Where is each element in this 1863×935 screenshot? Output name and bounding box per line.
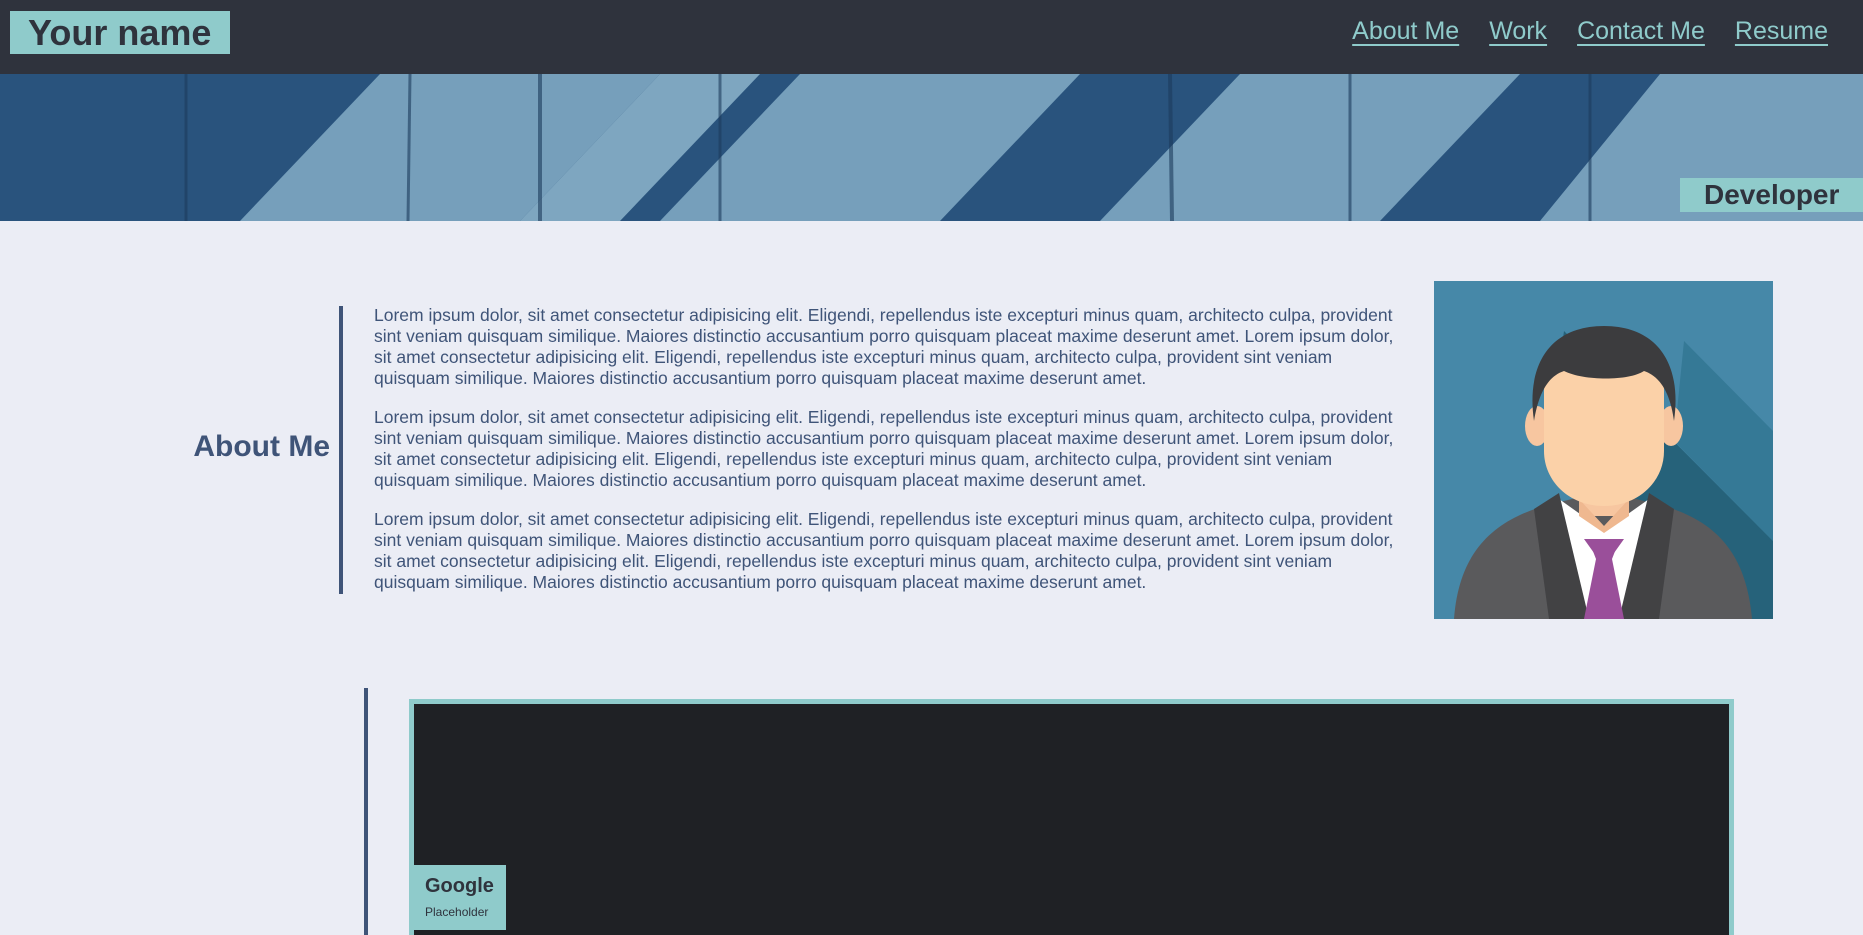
work-card-label: Google Placeholder xyxy=(414,865,506,930)
work-card-subtitle: Placeholder xyxy=(425,905,489,919)
work-project-card[interactable]: Google Placeholder xyxy=(409,699,1734,935)
about-paragraph: Lorem ipsum dolor, sit amet consectetur … xyxy=(374,305,1394,388)
main-nav: About Me Work Contact Me Resume xyxy=(1352,17,1828,46)
about-divider xyxy=(339,306,343,594)
nav-link-about-me[interactable]: About Me xyxy=(1352,17,1459,46)
about-heading: About Me xyxy=(193,430,330,463)
top-navbar: Your name About Me Work Contact Me Resum… xyxy=(0,0,1863,74)
work-divider xyxy=(364,688,368,935)
nav-link-resume[interactable]: Resume xyxy=(1735,17,1828,46)
brand-name-link[interactable]: Your name xyxy=(10,11,230,54)
profile-avatar-image xyxy=(1434,281,1773,619)
nav-link-work[interactable]: Work xyxy=(1489,17,1547,46)
about-paragraph: Lorem ipsum dolor, sit amet consectetur … xyxy=(374,407,1394,490)
nav-link-contact-me[interactable]: Contact Me xyxy=(1577,17,1705,46)
wood-stripes-background xyxy=(0,74,1863,221)
about-body: Lorem ipsum dolor, sit amet consectetur … xyxy=(374,305,1404,611)
work-card-title: Google xyxy=(425,875,494,897)
about-paragraph: Lorem ipsum dolor, sit amet consectetur … xyxy=(374,509,1394,592)
hero-banner-image xyxy=(0,74,1863,221)
role-badge: Developer xyxy=(1680,178,1863,212)
